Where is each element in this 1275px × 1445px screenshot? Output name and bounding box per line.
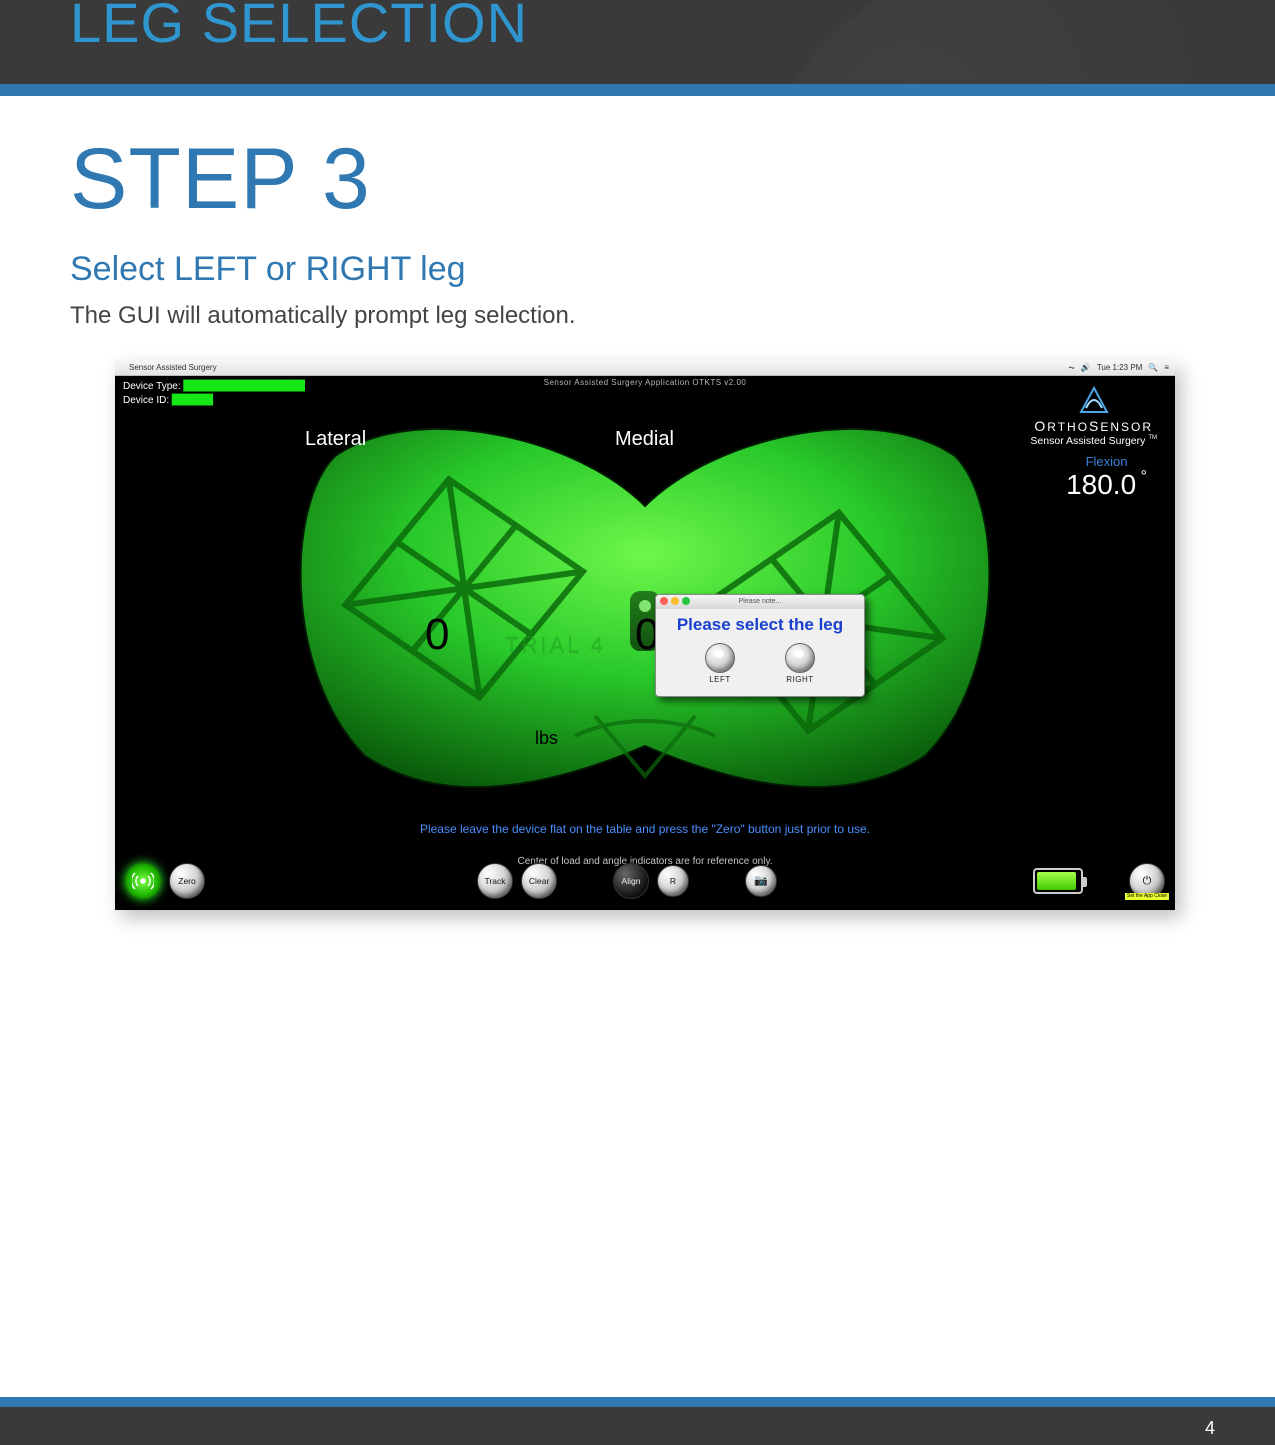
track-button[interactable]: Track	[477, 863, 513, 899]
left-leg-icon	[705, 643, 735, 673]
select-right-leg-button[interactable]: RIGHT	[775, 643, 825, 684]
window-minimize-icon[interactable]	[671, 597, 679, 605]
brand-logo: OORTHOSENSORRTHOSENSOR Sensor Assisted S…	[1030, 386, 1157, 447]
dialog-title-text: Please note...	[739, 598, 782, 605]
right-leg-icon	[785, 643, 815, 673]
camera-button[interactable]: 📷	[745, 865, 777, 897]
signal-indicator-icon	[125, 863, 161, 899]
trademark-symbol: TM	[1148, 435, 1157, 441]
spotlight-icon: 🔍	[1148, 363, 1158, 372]
volume-icon: 🔊	[1081, 363, 1091, 372]
power-icon: ⏻	[1143, 876, 1152, 887]
step-description: The GUI will automatically prompt leg se…	[70, 302, 576, 330]
device-type-label: Device Type:	[123, 381, 181, 392]
clear-button[interactable]: Clear	[521, 863, 557, 899]
flexion-label: Flexion	[1066, 454, 1147, 469]
medial-label: Medial	[615, 428, 674, 451]
menu-icon: ≡	[1164, 363, 1169, 372]
lateral-label: Lateral	[305, 428, 366, 451]
battery-indicator-icon	[1033, 868, 1083, 894]
device-id-label: Device ID:	[123, 395, 169, 406]
right-leg-label: RIGHT	[775, 675, 825, 684]
lateral-load-value: 0	[425, 610, 449, 660]
device-type-value: ████████████████████████	[183, 381, 304, 392]
section-title: LEG SELECTION	[70, 0, 528, 55]
dialog-message: Please select the leg	[656, 609, 864, 639]
power-hint-label: Set the App Close	[1125, 893, 1169, 900]
sensor-graphic	[275, 416, 1015, 796]
brand-mark-icon	[1077, 386, 1111, 416]
page-footer: 4	[0, 1397, 1275, 1445]
device-info-block: Device Type: ████████████████████████ De…	[123, 380, 304, 408]
window-zoom-icon[interactable]	[682, 597, 690, 605]
select-left-leg-button[interactable]: LEFT	[695, 643, 745, 684]
dialog-titlebar: Please note...	[656, 595, 864, 609]
wifi-icon: ⏦	[1068, 363, 1075, 373]
unit-label: lbs	[535, 728, 558, 749]
brand-tagline: Sensor Assisted Surgery	[1030, 435, 1145, 447]
header-band: LEG SELECTION	[0, 0, 1275, 84]
macos-menubar: Sensor Assisted Surgery ⏦ 🔊 Tue 1:23 PM …	[115, 360, 1175, 376]
application-window: Sensor Assisted Surgery Application OTKT…	[115, 376, 1175, 910]
embedded-screenshot: Sensor Assisted Surgery ⏦ 🔊 Tue 1:23 PM …	[115, 360, 1175, 910]
align-button[interactable]: Align	[613, 863, 649, 899]
left-leg-label: LEFT	[695, 675, 745, 684]
zero-button[interactable]: Zero	[169, 863, 205, 899]
brand-name: OORTHOSENSORRTHOSENSOR	[1030, 418, 1157, 434]
camera-icon: 📷	[754, 876, 768, 887]
window-close-icon[interactable]	[660, 597, 668, 605]
degree-symbol: °	[1136, 468, 1147, 485]
bottom-toolbar: Zero Track Clear Align R 📷 ⏻ Set the App…	[115, 852, 1175, 910]
trial-watermark: TRIAL 4	[505, 632, 606, 658]
menubar-app-name: Sensor Assisted Surgery	[129, 363, 217, 372]
flexion-readout: Flexion 180.0 °	[1066, 454, 1147, 499]
menubar-time: Tue 1:23 PM	[1097, 363, 1143, 372]
power-button[interactable]: ⏻ Set the App Close	[1129, 863, 1165, 899]
step-subtitle: Select LEFT or RIGHT leg	[70, 250, 466, 289]
primary-instruction-text: Please leave the device flat on the tabl…	[395, 822, 895, 837]
leg-selection-dialog: Please note... Please select the leg LEF…	[655, 594, 865, 697]
app-titlebar-text: Sensor Assisted Surgery Application OTKT…	[544, 378, 747, 387]
r-button[interactable]: R	[657, 865, 689, 897]
window-controls[interactable]	[660, 597, 690, 605]
device-id-value: ████████	[172, 395, 212, 406]
header-accent-stripe	[0, 84, 1275, 96]
flexion-value: 180.0	[1066, 469, 1136, 500]
step-title: STEP 3	[70, 130, 371, 229]
page-number: 4	[1205, 1418, 1215, 1439]
